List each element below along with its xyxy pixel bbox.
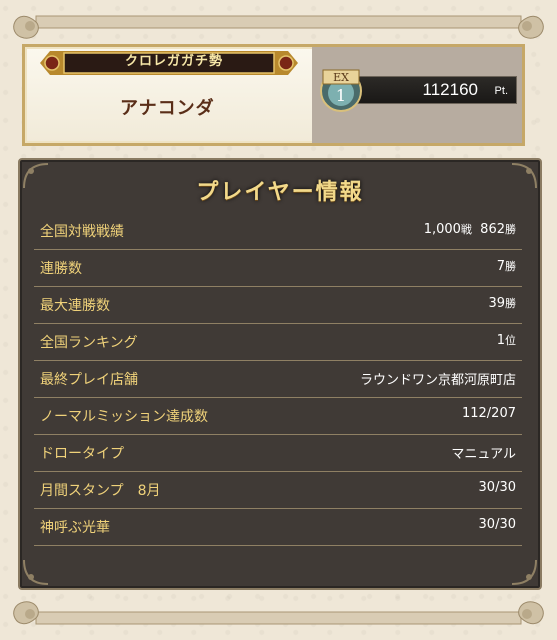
corner-ornament bbox=[511, 559, 537, 585]
stat-value: 39勝 bbox=[488, 295, 516, 311]
player-name: アナコンダ bbox=[120, 98, 215, 119]
stat-value: 1,000戦 862勝 bbox=[424, 221, 516, 237]
points-bar: 112160 Pt. bbox=[355, 76, 517, 104]
guild-name: クロレガガチ勢 bbox=[124, 54, 223, 69]
stat-row-battle-record: 全国対戦戦績 1,000戦 862勝 bbox=[34, 213, 522, 250]
stat-label: 全国ランキング bbox=[40, 335, 138, 351]
stat-value: 1位 bbox=[497, 332, 516, 348]
wins-value: 862 bbox=[480, 222, 505, 237]
stat-value: 112/207 bbox=[461, 406, 516, 421]
stat-row-monthly-stamp: 月間スタンプ 8月 30/30 bbox=[34, 472, 522, 509]
stat-value: 7勝 bbox=[497, 258, 516, 274]
rank-badge-icon: EX 1 bbox=[320, 69, 362, 112]
stat-row-last-store: 最終プレイ店舗 ラウンドワン京都河原町店 bbox=[34, 361, 522, 398]
svg-text:EX: EX bbox=[333, 71, 349, 84]
value: 39 bbox=[488, 296, 505, 311]
stat-row-missions: ノーマルミッション達成数 112/207 bbox=[34, 398, 522, 435]
unit: 位 bbox=[505, 334, 516, 347]
stat-value: 30/30 bbox=[478, 480, 516, 495]
points-unit: Pt. bbox=[494, 85, 508, 97]
stat-label: 連勝数 bbox=[40, 261, 82, 277]
value: 7 bbox=[496, 259, 505, 274]
battles-value: 1,000 bbox=[423, 222, 461, 237]
stat-label: ドロータイプ bbox=[40, 446, 124, 462]
stat-row-win-streak: 連勝数 7勝 bbox=[34, 250, 522, 287]
stat-label: 全国対戦戦績 bbox=[40, 224, 124, 240]
stat-row-draw-type: ドロータイプ マニュアル bbox=[34, 435, 522, 472]
stat-label: ノーマルミッション達成数 bbox=[40, 409, 208, 425]
stat-label: 最終プレイ店舗 bbox=[40, 372, 138, 388]
stat-row-national-ranking: 全国ランキング 1位 bbox=[34, 324, 522, 361]
stat-label: 神呼ぶ光華 bbox=[40, 520, 110, 536]
svg-text:1: 1 bbox=[336, 86, 346, 105]
stat-label: 月間スタンプ 8月 bbox=[40, 483, 161, 499]
unit: 勝 bbox=[505, 297, 516, 310]
top-scroll-ornament bbox=[13, 15, 544, 39]
stat-row-divine-flower: 神呼ぶ光華 30/30 bbox=[34, 509, 522, 546]
stat-row-max-win-streak: 最大連勝数 39勝 bbox=[34, 287, 522, 324]
points-value: 112160 bbox=[422, 80, 478, 99]
stat-label: 最大連勝数 bbox=[40, 298, 110, 314]
bottom-scroll-ornament bbox=[13, 601, 544, 625]
stat-value: 30/30 bbox=[478, 517, 516, 532]
corner-ornament bbox=[23, 559, 49, 585]
battles-unit: 戦 bbox=[460, 223, 472, 236]
unit: 勝 bbox=[505, 260, 516, 273]
value: 1 bbox=[496, 333, 505, 348]
wins-unit: 勝 bbox=[505, 223, 516, 236]
panel-title: プレイヤー情報 bbox=[196, 179, 364, 205]
stat-value: ラウンドワン京都河原町店 bbox=[359, 373, 516, 388]
stat-value: マニュアル bbox=[451, 447, 516, 462]
stats-list: 全国対戦戦績 1,000戦 862勝 連勝数 7勝 最大連勝数 39勝 全国ラン… bbox=[34, 213, 522, 546]
